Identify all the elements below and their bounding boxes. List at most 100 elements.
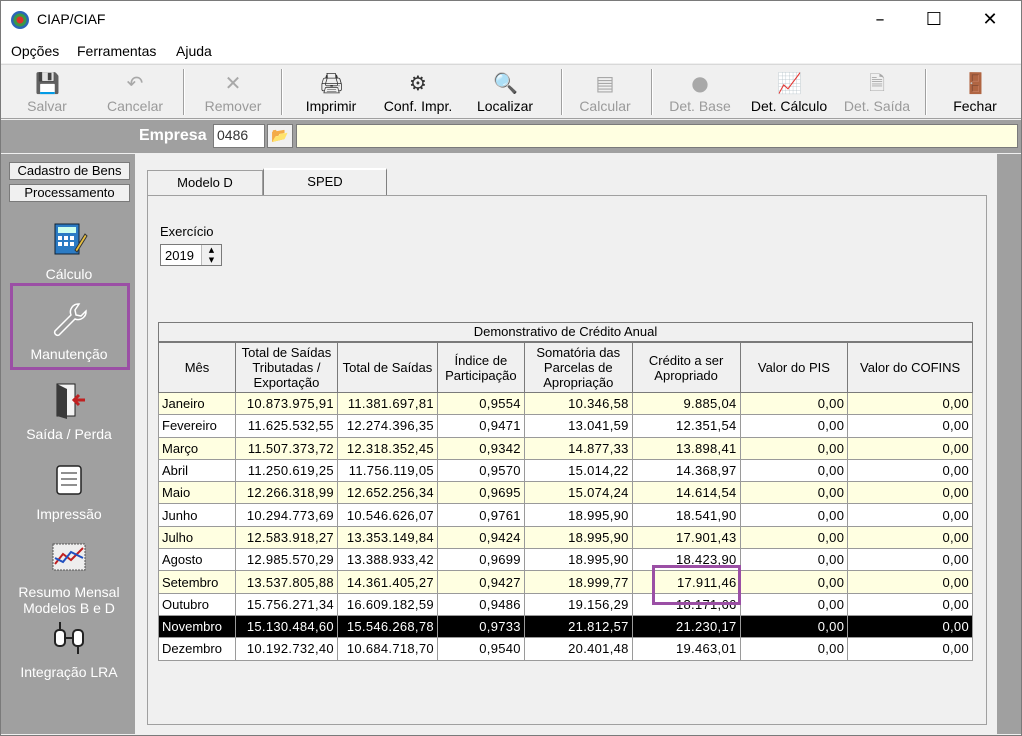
column-header[interactable]: Valor do COFINS: [847, 342, 973, 393]
tab-modelo-d[interactable]: Modelo D: [147, 170, 263, 195]
det-calculo-button[interactable]: 📈 Det. Cálculo: [745, 65, 833, 119]
table-cell[interactable]: 18.999,77: [523, 570, 633, 594]
table-cell[interactable]: 0,00: [739, 637, 849, 661]
cancelar-button[interactable]: ↶ Cancelar: [97, 65, 173, 119]
table-cell[interactable]: 11.756.119,05: [336, 458, 438, 483]
table-cell[interactable]: Outubro: [158, 592, 236, 616]
table-cell[interactable]: 15.130.484,60: [234, 614, 338, 639]
table-cell[interactable]: 0,9342: [436, 436, 525, 460]
fechar-button[interactable]: 🚪 Fechar: [941, 65, 1009, 119]
table-cell[interactable]: 16.609.182,59: [336, 592, 438, 616]
sidebar-tab-cadastro[interactable]: Cadastro de Bens: [9, 162, 130, 180]
sidebar-item-integracao-lra[interactable]: Integração LRA: [11, 618, 127, 680]
column-header[interactable]: Total de Saídas Tributadas / Exportação: [234, 342, 338, 393]
table-row[interactable]: Abril 11.250.619,25 11.756.119,05 0,9570 15.…: [158, 458, 973, 483]
table-cell[interactable]: 0,9570: [436, 458, 525, 483]
table-cell[interactable]: Junho: [158, 503, 236, 527]
table-row[interactable]: Setembro 13.537.805,88 14.361.405,27 0,9427…: [158, 570, 973, 594]
table-cell[interactable]: Fevereiro: [158, 414, 236, 438]
calcular-button[interactable]: ▤ Calcular: [571, 65, 639, 119]
table-cell[interactable]: 0,00: [739, 391, 849, 416]
sidebar-item-calculo[interactable]: Cálculo: [11, 220, 127, 282]
localizar-button[interactable]: 🔍 Localizar: [471, 65, 539, 119]
sidebar-item-saida-perda[interactable]: Saída / Perda: [11, 380, 127, 442]
column-header[interactable]: Total de Saídas: [336, 342, 438, 393]
table-cell[interactable]: 10.873.975,91: [234, 391, 338, 416]
sidebar-tab-processamento[interactable]: Processamento: [9, 184, 130, 202]
exercicio-spinner[interactable]: 2019 ▲ ▼: [160, 244, 222, 266]
table-cell[interactable]: 0,00: [847, 637, 973, 661]
table-cell[interactable]: 19.463,01: [631, 637, 741, 661]
spin-up-icon[interactable]: ▲: [201, 245, 221, 255]
table-row[interactable]: Outubro 15.756.271,34 16.609.182,59 0,9486 1…: [158, 592, 973, 616]
table-cell[interactable]: 17.901,43: [631, 525, 741, 550]
table-cell[interactable]: 12.274.396,35: [336, 414, 438, 438]
table-cell[interactable]: 0,00: [847, 570, 973, 594]
column-header[interactable]: Índice de Participação: [436, 342, 525, 393]
table-cell[interactable]: 0,00: [739, 503, 849, 527]
table-cell[interactable]: 12.985.570,29: [234, 548, 338, 572]
remover-button[interactable]: ✕ Remover: [197, 65, 269, 119]
table-cell[interactable]: 0,00: [847, 525, 973, 550]
table-cell[interactable]: 13.041,59: [523, 414, 633, 438]
table-cell[interactable]: 13.388.933,42: [336, 548, 438, 572]
table-cell[interactable]: Abril: [158, 458, 236, 483]
table-row[interactable]: Julho 12.583.918,27 13.353.149,84 0,9424 18.…: [158, 525, 973, 550]
table-cell[interactable]: 0,00: [847, 458, 973, 483]
table-cell[interactable]: 15.014,22: [523, 458, 633, 483]
table-cell[interactable]: 0,00: [739, 614, 849, 639]
table-cell[interactable]: 0,9695: [436, 481, 525, 505]
spin-down-icon[interactable]: ▼: [201, 255, 221, 265]
close-icon[interactable]: ✕: [967, 1, 1013, 39]
table-cell[interactable]: Maio: [158, 481, 236, 505]
table-cell[interactable]: Dezembro: [158, 637, 236, 661]
table-cell[interactable]: 0,00: [739, 458, 849, 483]
table-cell[interactable]: 0,00: [847, 548, 973, 572]
table-cell[interactable]: 13.898,41: [631, 436, 741, 460]
table-cell[interactable]: Setembro: [158, 570, 236, 594]
table-cell[interactable]: 21.230,17: [631, 614, 741, 639]
table-cell[interactable]: 11.250.619,25: [234, 458, 338, 483]
table-row[interactable]: Agosto 12.985.570,29 13.388.933,42 0,9699 18…: [158, 548, 973, 572]
menu-opcoes[interactable]: Opções: [11, 43, 59, 59]
table-cell[interactable]: 0,00: [739, 436, 849, 460]
table-cell[interactable]: 10.192.732,40: [234, 637, 338, 661]
menu-ajuda[interactable]: Ajuda: [176, 43, 212, 59]
table-cell[interactable]: 10.546.626,07: [336, 503, 438, 527]
table-cell[interactable]: 15.546.268,78: [336, 614, 438, 639]
empresa-code-input[interactable]: 0486: [213, 124, 265, 148]
table-row[interactable]: Dezembro 10.192.732,40 10.684.718,70 0,9540…: [158, 637, 973, 661]
table-cell[interactable]: Novembro: [158, 614, 236, 639]
table-cell[interactable]: 12.318.352,45: [336, 436, 438, 460]
det-base-button[interactable]: ● Det. Base: [665, 65, 735, 119]
salvar-button[interactable]: 💾 Salvar: [11, 65, 83, 119]
table-cell[interactable]: 0,9761: [436, 503, 525, 527]
table-cell[interactable]: 20.401,48: [523, 637, 633, 661]
table-cell[interactable]: Agosto: [158, 548, 236, 572]
sidebar-item-resumo-mensal[interactable]: Resumo Mensal Modelos B e D: [11, 538, 127, 616]
table-cell[interactable]: Janeiro: [158, 391, 236, 416]
menu-ferramentas[interactable]: Ferramentas: [77, 43, 156, 59]
table-cell[interactable]: 0,00: [739, 592, 849, 616]
table-cell[interactable]: 11.625.532,55: [234, 414, 338, 438]
table-cell[interactable]: 0,9424: [436, 525, 525, 550]
table-row[interactable]: Fevereiro 11.625.532,55 12.274.396,35 0,947…: [158, 414, 973, 438]
table-cell[interactable]: 0,00: [739, 548, 849, 572]
table-cell[interactable]: 0,00: [739, 570, 849, 594]
sidebar-item-impressao[interactable]: Impressão: [11, 460, 127, 522]
table-cell[interactable]: 12.652.256,34: [336, 481, 438, 505]
table-cell[interactable]: Julho: [158, 525, 236, 550]
table-cell[interactable]: 21.812,57: [523, 614, 633, 639]
table-cell[interactable]: 18.995,90: [523, 525, 633, 550]
table-cell[interactable]: 0,00: [739, 481, 849, 505]
table-cell[interactable]: 10.684.718,70: [336, 637, 438, 661]
table-cell[interactable]: 13.353.149,84: [336, 525, 438, 550]
table-cell[interactable]: 0,00: [847, 614, 973, 639]
table-cell[interactable]: 0,00: [847, 481, 973, 505]
table-cell[interactable]: 0,9427: [436, 570, 525, 594]
column-header[interactable]: Mês: [158, 342, 236, 393]
det-saida-button[interactable]: 🗎 Det. Saída: [839, 65, 915, 119]
imprimir-button[interactable]: 🖨 Imprimir: [297, 65, 365, 119]
conf-impr-button[interactable]: ⚙ Conf. Impr.: [375, 65, 461, 119]
column-header[interactable]: Crédito a ser Apropriado: [631, 342, 741, 393]
